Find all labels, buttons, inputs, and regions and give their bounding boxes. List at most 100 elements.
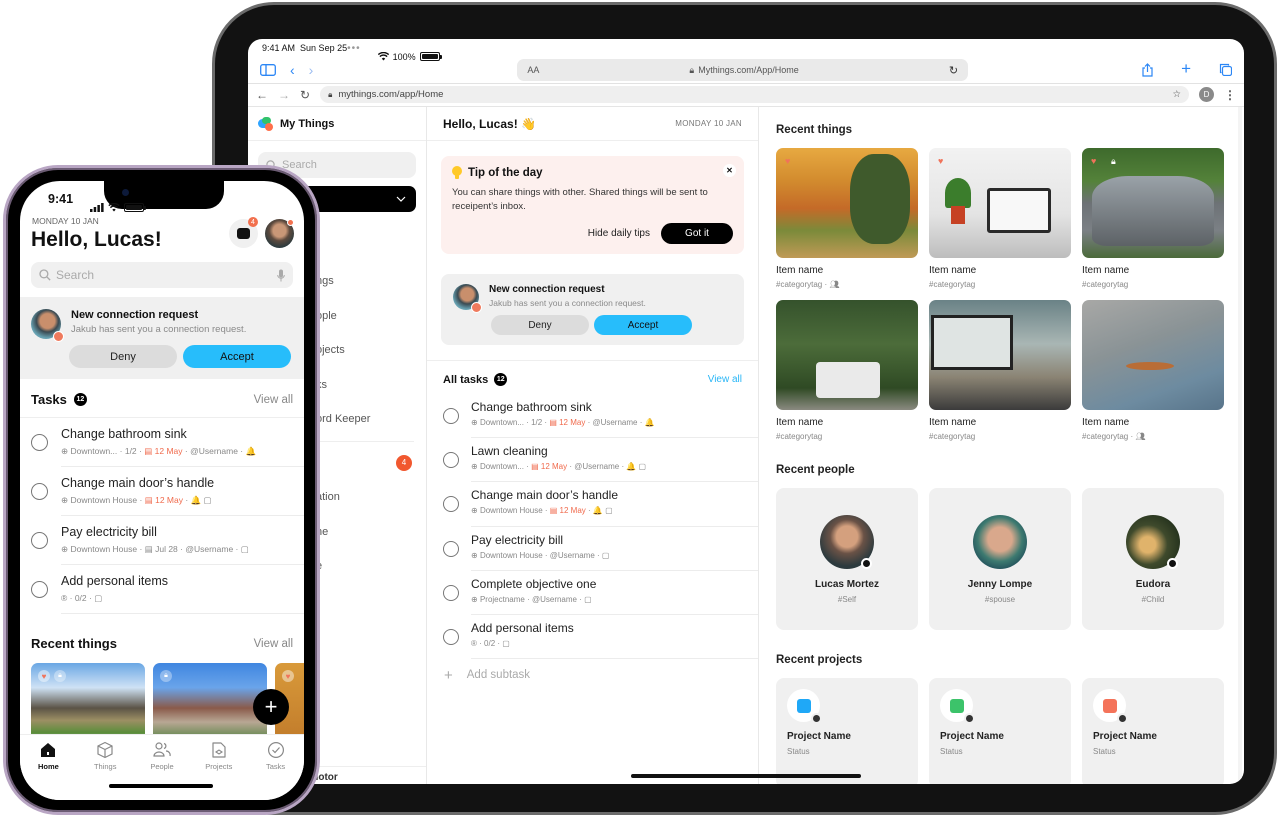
got-it-button[interactable]: Got it	[661, 223, 733, 244]
task-row[interactable]: Lawn cleaning ⊕ Downtown... · ▤ 12 May · …	[427, 438, 758, 483]
bookmark-star-icon[interactable]: ☆	[1172, 89, 1181, 100]
tab-people[interactable]: People	[134, 741, 191, 800]
tab-projects[interactable]: Projects	[190, 741, 247, 800]
thing-card[interactable]: 🔒︎	[153, 663, 267, 745]
task-row[interactable]: Pay electricity bill ⊕ Downtown House · ▤…	[20, 516, 304, 565]
heart-icon[interactable]: ♥	[785, 157, 794, 166]
signal-icon	[90, 203, 104, 212]
task-row[interactable]: Pay electricity bill ⊕ Downtown House · @…	[427, 527, 758, 571]
task-checkbox[interactable]	[443, 584, 459, 601]
multitasking-dots-icon[interactable]: •••	[347, 43, 361, 54]
project-card[interactable]: Project Name Status	[929, 678, 1071, 784]
thing-card[interactable]: Item name #categorytag	[776, 300, 918, 441]
all-tasks-title: All tasks	[443, 373, 489, 386]
thing-card[interactable]: ♥ Item name #categorytag · 👥︎	[776, 148, 918, 289]
task-meta: ® · 0/2 · ▢	[471, 638, 510, 648]
thing-card[interactable]: ♥ Item name #categorytag	[929, 148, 1071, 289]
task-checkbox[interactable]	[31, 581, 48, 598]
task-checkbox[interactable]	[31, 434, 48, 451]
add-fab-button[interactable]: +	[253, 689, 289, 725]
task-row[interactable]: Change main door’s handle ⊕ Downtown Hous…	[20, 467, 304, 516]
task-checkbox[interactable]	[443, 628, 459, 645]
tab-bar: Home Things People Projects Tasks	[20, 734, 304, 800]
task-title: Add personal items	[61, 574, 169, 588]
task-assignee: @Username	[549, 550, 595, 560]
task-checkbox[interactable]	[31, 483, 48, 500]
browser-menu-icon[interactable]: ⋮	[1224, 88, 1236, 102]
thing-card[interactable]: Item name #categorytag	[929, 300, 1071, 441]
back-chevron-icon[interactable]: ‹	[290, 62, 295, 78]
project-icon	[1093, 689, 1128, 724]
task-row[interactable]: Complete objective one ⊕ Projectname · @U…	[427, 571, 758, 615]
task-checkbox[interactable]	[443, 452, 459, 469]
person-card[interactable]: Lucas Mortez #Self	[776, 488, 918, 630]
project-name: Project Name	[1093, 731, 1157, 742]
task-location: Projectname	[479, 594, 525, 604]
view-all-things-link[interactable]: View all	[254, 638, 293, 650]
category-tag: #categorytag	[1082, 432, 1129, 441]
text-size-button[interactable]: AA	[527, 65, 539, 75]
thing-card[interactable]: Item name #categorytag · 👥︎	[1082, 300, 1224, 441]
profile-avatar[interactable]: D	[1199, 87, 1214, 102]
refresh-icon[interactable]: ↻	[300, 88, 310, 102]
heart-icon[interactable]: ♥	[1091, 157, 1100, 166]
brand[interactable]: My Things	[248, 107, 426, 141]
forward-chevron-icon[interactable]: ›	[309, 62, 314, 78]
task-checkbox[interactable]	[443, 496, 459, 513]
person-card[interactable]: Eudora #Child	[1082, 488, 1224, 630]
back-arrow-icon[interactable]: ←	[256, 88, 268, 102]
tab-tasks[interactable]: Tasks	[247, 741, 304, 800]
task-row[interactable]: Change main door’s handle ⊕ Downtown Hous…	[427, 482, 758, 527]
tab-things[interactable]: Things	[77, 741, 134, 800]
accept-button[interactable]: Accept	[594, 315, 692, 335]
thing-card[interactable]: ♥ 🔒︎ Item name #categorytag	[1082, 148, 1224, 289]
task-row[interactable]: Add personal items ® · 0/2 · ▢	[20, 565, 304, 614]
heart-icon[interactable]: ♥	[282, 670, 294, 682]
person-card[interactable]: Jenny Lompe #spouse	[929, 488, 1071, 630]
close-icon[interactable]: ✕	[723, 164, 736, 177]
task-row[interactable]: Change bathroom sink ⊕ Downtown... · 1/2 …	[427, 394, 758, 439]
accept-button[interactable]: Accept	[183, 345, 291, 368]
project-card[interactable]: Project Name Status	[1082, 678, 1224, 784]
safari-address-bar[interactable]: AA 🔒︎ Mythings.com/App/Home ↻	[517, 59, 969, 81]
new-tab-plus-icon[interactable]: +	[1181, 60, 1191, 77]
view-all-tasks-link[interactable]: View all	[254, 394, 293, 406]
recent-projects-title: Recent projects	[776, 654, 863, 666]
forward-arrow-icon[interactable]: →	[278, 88, 290, 102]
thing-card[interactable]: ♥ 🔒︎	[31, 663, 145, 745]
inbox-button[interactable]: 4	[229, 217, 258, 248]
thing-name: Item name	[1082, 417, 1130, 428]
share-icon[interactable]	[1142, 63, 1153, 77]
task-checkbox[interactable]	[31, 532, 48, 549]
home-indicator	[109, 784, 213, 788]
task-checkbox[interactable]	[443, 408, 459, 424]
safari-url-text: Mythings.com/App/Home	[698, 65, 799, 75]
connection-request-card: New connection request Jakub has sent yo…	[20, 297, 304, 379]
browser-address-bar[interactable]: 🔒︎ mythings.com/app/Home ☆	[320, 86, 1189, 103]
user-avatar[interactable]	[265, 219, 294, 248]
reload-icon[interactable]: ↻	[949, 64, 958, 77]
task-row[interactable]: Change bathroom sink ⊕ Downtown... · 1/2 …	[20, 418, 304, 467]
projects-icon	[210, 741, 228, 759]
task-checkbox[interactable]	[443, 540, 459, 557]
microphone-icon[interactable]	[277, 269, 285, 282]
tabs-overview-icon[interactable]	[1219, 63, 1232, 76]
sidebar-toggle-icon[interactable]	[260, 64, 276, 76]
tab-home[interactable]: Home	[20, 741, 77, 800]
add-subtask-button[interactable]: + Add subtask	[427, 659, 758, 691]
heart-icon[interactable]: ♥	[938, 157, 947, 166]
location-icon: ⊕	[471, 550, 478, 560]
heart-icon[interactable]: ♥	[38, 670, 50, 682]
view-all-tasks-link[interactable]: View all	[708, 374, 742, 385]
person-name: Eudora	[1135, 579, 1171, 590]
hide-daily-tips-button[interactable]: Hide daily tips	[588, 228, 650, 239]
lightbulb-icon	[452, 166, 462, 180]
search-input[interactable]: Search	[31, 262, 293, 288]
deny-button[interactable]: Deny	[491, 315, 589, 335]
project-card[interactable]: Project Name Status	[776, 678, 918, 784]
home-icon	[39, 741, 57, 759]
scrollbar[interactable]	[1238, 107, 1242, 784]
deny-button[interactable]: Deny	[69, 345, 177, 368]
people-badge-icon	[471, 302, 482, 313]
task-row[interactable]: Add personal items ® · 0/2 · ▢	[427, 615, 758, 660]
